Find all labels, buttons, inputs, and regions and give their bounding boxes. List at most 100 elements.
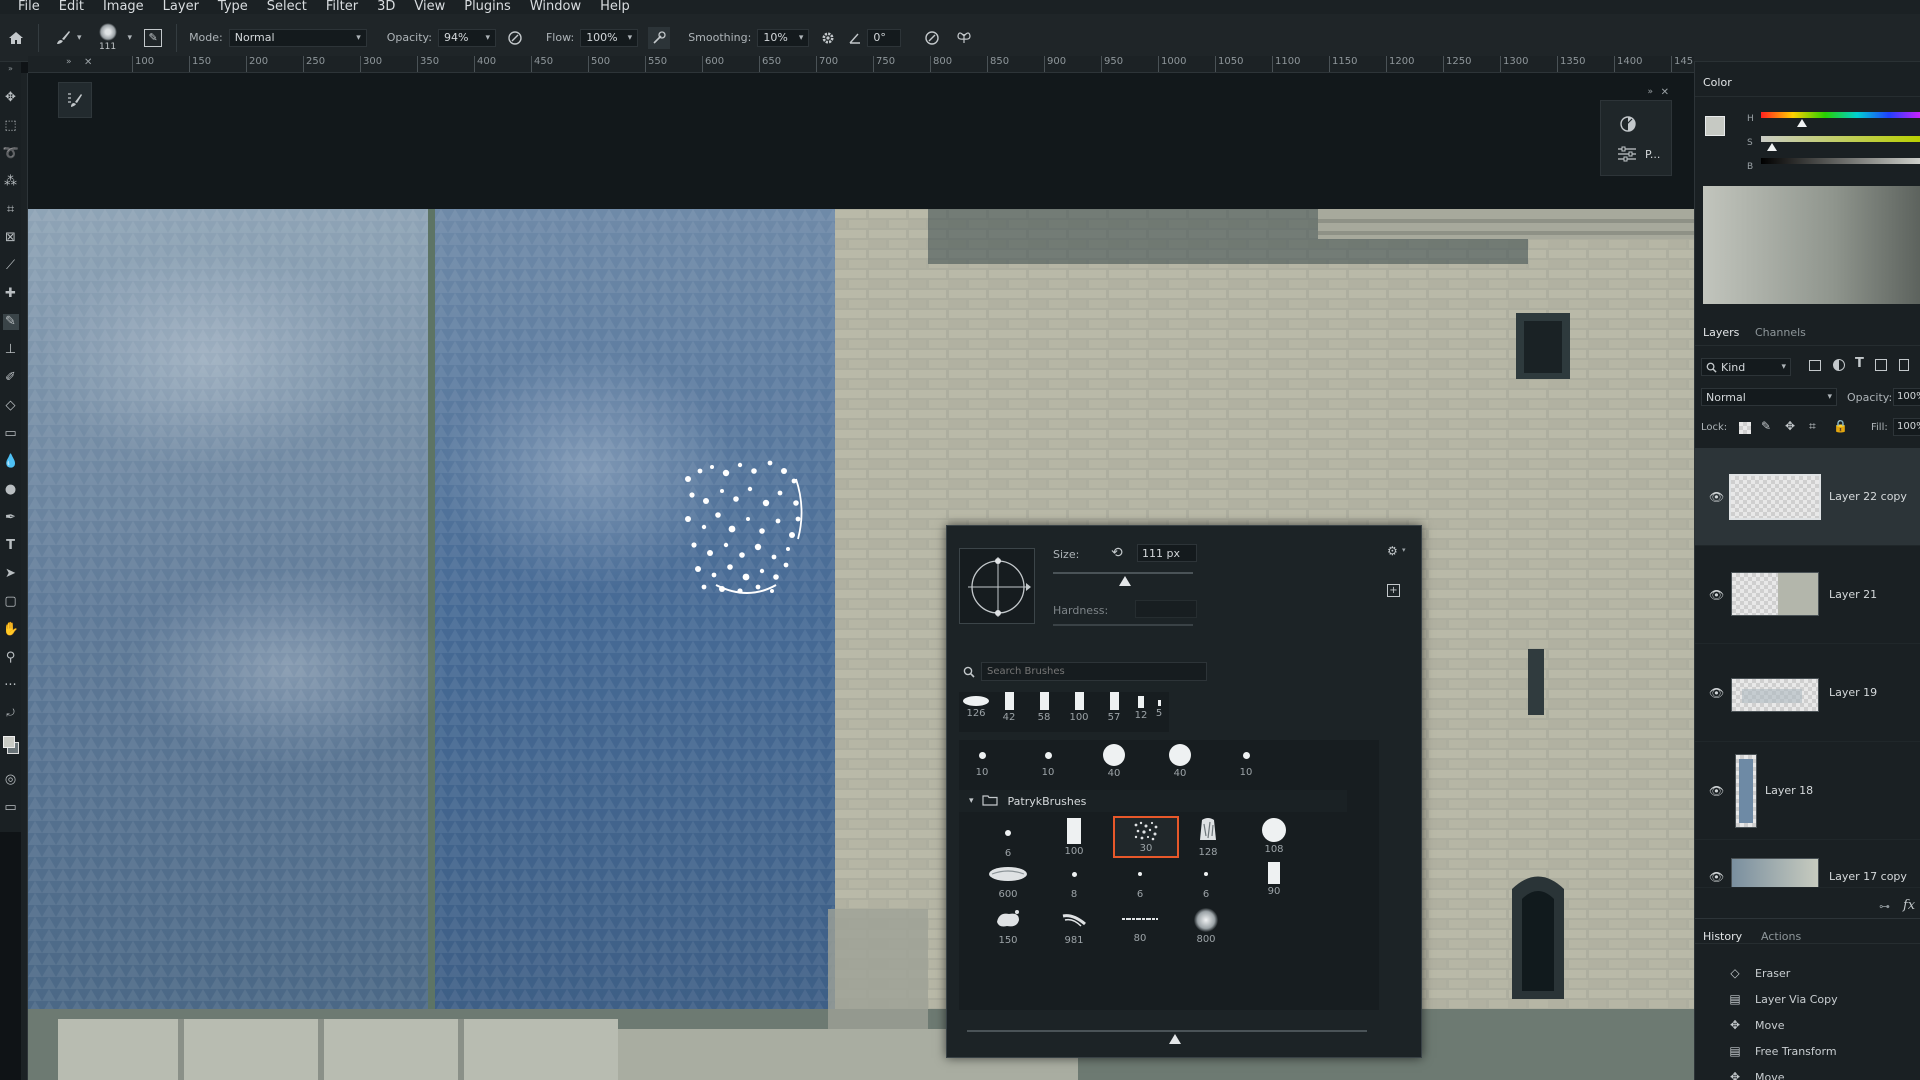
properties-icon[interactable] [1617,146,1637,165]
type-tool-icon[interactable]: T [3,538,19,554]
lock-transparent-icon[interactable] [1739,422,1751,434]
brush-thumb[interactable]: 42 [996,692,1022,723]
adjustments-icon[interactable] [1619,115,1637,136]
lock-position-icon[interactable]: ✥ [1785,419,1795,433]
brush-thumb[interactable]: 80 [1115,910,1165,944]
blend-mode-select[interactable]: Normal ▾ [1701,388,1837,406]
pressure-size-icon[interactable] [923,30,941,46]
layer-name[interactable]: Layer 22 copy [1829,490,1907,503]
preview-size-slider-handle[interactable] [1169,1034,1181,1044]
brush-thumb[interactable]: 40 [1097,744,1131,779]
foreground-color-swatch[interactable] [1705,116,1725,136]
healing-brush-tool-icon[interactable]: ✚ [3,286,19,302]
screen-mode-icon[interactable]: ▭ [3,800,19,816]
preview-size-slider[interactable] [967,1030,1367,1032]
layer-opacity-input[interactable]: 100% [1893,388,1920,406]
path-selection-tool-icon[interactable]: ➤ [3,566,19,582]
tab-color[interactable]: Color [1703,76,1732,89]
menu-filter[interactable]: Filter [326,0,358,14]
brush-thumb[interactable]: 8 [1049,866,1099,900]
menu-view[interactable]: View [414,0,445,14]
size-input[interactable]: 111 px [1137,544,1197,562]
history-item[interactable]: ▤ Layer Via Copy [1695,986,1920,1012]
brush-thumb[interactable]: 10 [1229,748,1263,778]
brush-settings-panel-icon[interactable]: ✎ [144,28,163,47]
layer-filter-select[interactable]: Kind ▾ [1701,358,1791,376]
menu-type[interactable]: Type [218,0,248,14]
hue-slider-handle[interactable] [1797,119,1807,127]
brush-thumb[interactable]: 58 [1031,692,1057,723]
brush-folder-row[interactable]: ▾ PatrykBrushes [959,790,1347,812]
brush-angle-input[interactable]: 0° [867,28,902,47]
reset-size-icon[interactable]: ⟲ [1111,545,1123,561]
menu-edit[interactable]: Edit [59,0,84,14]
new-preset-icon[interactable]: + [1387,584,1400,597]
saturation-slider-handle[interactable] [1767,143,1777,151]
tab-history[interactable]: History [1703,930,1742,943]
filter-adjustment-icon[interactable] [1833,359,1845,371]
history-item[interactable]: ▤ Free Transform [1695,1038,1920,1064]
hand-tool-icon[interactable]: ✋ [3,622,19,638]
visibility-eye-icon[interactable]: 👁 [1709,686,1724,700]
lock-artboard-icon[interactable]: ⌗ [1809,419,1816,434]
menu-window[interactable]: Window [530,0,581,14]
search-brushes-input[interactable] [981,662,1207,681]
color-field[interactable] [1703,186,1920,304]
brush-thumb[interactable]: 100 [1066,692,1092,723]
rectangle-tool-icon[interactable]: ▢ [3,594,19,610]
quick-mask-icon[interactable]: ◎ [3,772,19,788]
foreground-color-swatch[interactable] [2,736,15,748]
move-tool-icon[interactable]: ✥ [3,90,19,106]
foreground-background-color-icon[interactable] [2,734,19,760]
brush-thumb[interactable]: 40 [1163,744,1197,779]
layer-style-fx-icon[interactable]: fx [1903,898,1915,913]
history-item[interactable]: ✥ Move [1695,1012,1920,1038]
lock-image-icon[interactable]: ✎ [1761,419,1771,433]
brush-list[interactable]: 10 10 40 40 10 ▾ PatrykBrushes 6 100 30 … [959,740,1379,1010]
link-layers-icon[interactable]: ⊶ [1879,900,1890,913]
home-icon[interactable] [6,31,26,45]
pen-tool-icon[interactable]: ✒ [3,510,19,526]
zoom-tool-icon[interactable]: ⚲ [3,650,19,666]
layer-row-selected[interactable]: 👁 Layer 22 copy [1695,448,1920,546]
eraser-tool-icon[interactable]: ◇ [3,398,19,414]
brush-tip-preview[interactable] [959,548,1035,624]
menu-select[interactable]: Select [267,0,307,14]
brush-thumb[interactable]: 981 [1049,908,1099,946]
brush-thumb[interactable]: 108 [1249,818,1299,855]
tab-channels[interactable]: Channels [1755,326,1806,339]
tools-collapse-icon[interactable]: » [8,64,13,73]
layer-name[interactable]: Layer 17 copy [1829,870,1907,883]
history-item[interactable]: ✥ Move [1695,1064,1920,1080]
brush-thumb[interactable]: 150 [983,908,1033,946]
flow-input[interactable]: 100% ▾ [580,28,639,47]
frame-tool-icon[interactable]: ⊠ [3,230,19,246]
hardness-slider[interactable] [1053,624,1193,626]
filter-smart-object-icon[interactable] [1899,359,1909,371]
brush-thumb[interactable]: 57 [1101,692,1127,723]
filter-shape-icon[interactable] [1875,359,1887,371]
tool-preset-chevron-icon[interactable]: ▾ [77,33,82,43]
layer-name[interactable]: Layer 21 [1829,588,1877,601]
layer-name[interactable]: Layer 19 [1829,686,1877,699]
panel-collapse-icon[interactable]: » [1647,87,1653,97]
visibility-eye-icon[interactable]: 👁 [1709,588,1724,602]
layer-row[interactable]: 👁 Layer 17 copy [1695,840,1920,888]
folder-chevron-icon[interactable]: ▾ [969,796,974,806]
crop-tool-icon[interactable]: ⌗ [3,202,19,218]
filter-pixel-icon[interactable] [1809,360,1821,371]
ruler-tab-collapse-icon[interactable]: » [66,57,72,67]
panel-close-icon[interactable]: ✕ [1661,87,1669,98]
clone-stamp-tool-icon[interactable]: ⊥ [3,342,19,358]
brush-thumb[interactable]: 800 [1181,908,1231,945]
ruler-tab-close-icon[interactable]: ✕ [84,57,92,68]
size-slider[interactable] [1053,572,1193,574]
visibility-eye-icon[interactable]: 👁 [1709,870,1724,884]
smoothing-input[interactable]: 10% ▾ [757,28,810,47]
marquee-tool-icon[interactable]: ⬚ [3,118,19,134]
dodge-tool-icon[interactable]: ● [3,482,19,498]
menu-image[interactable]: Image [103,0,144,14]
brush-thumb[interactable]: 5 [1151,700,1167,719]
lasso-tool-icon[interactable]: ➰ [3,146,19,162]
airbrush-icon[interactable] [648,26,671,49]
